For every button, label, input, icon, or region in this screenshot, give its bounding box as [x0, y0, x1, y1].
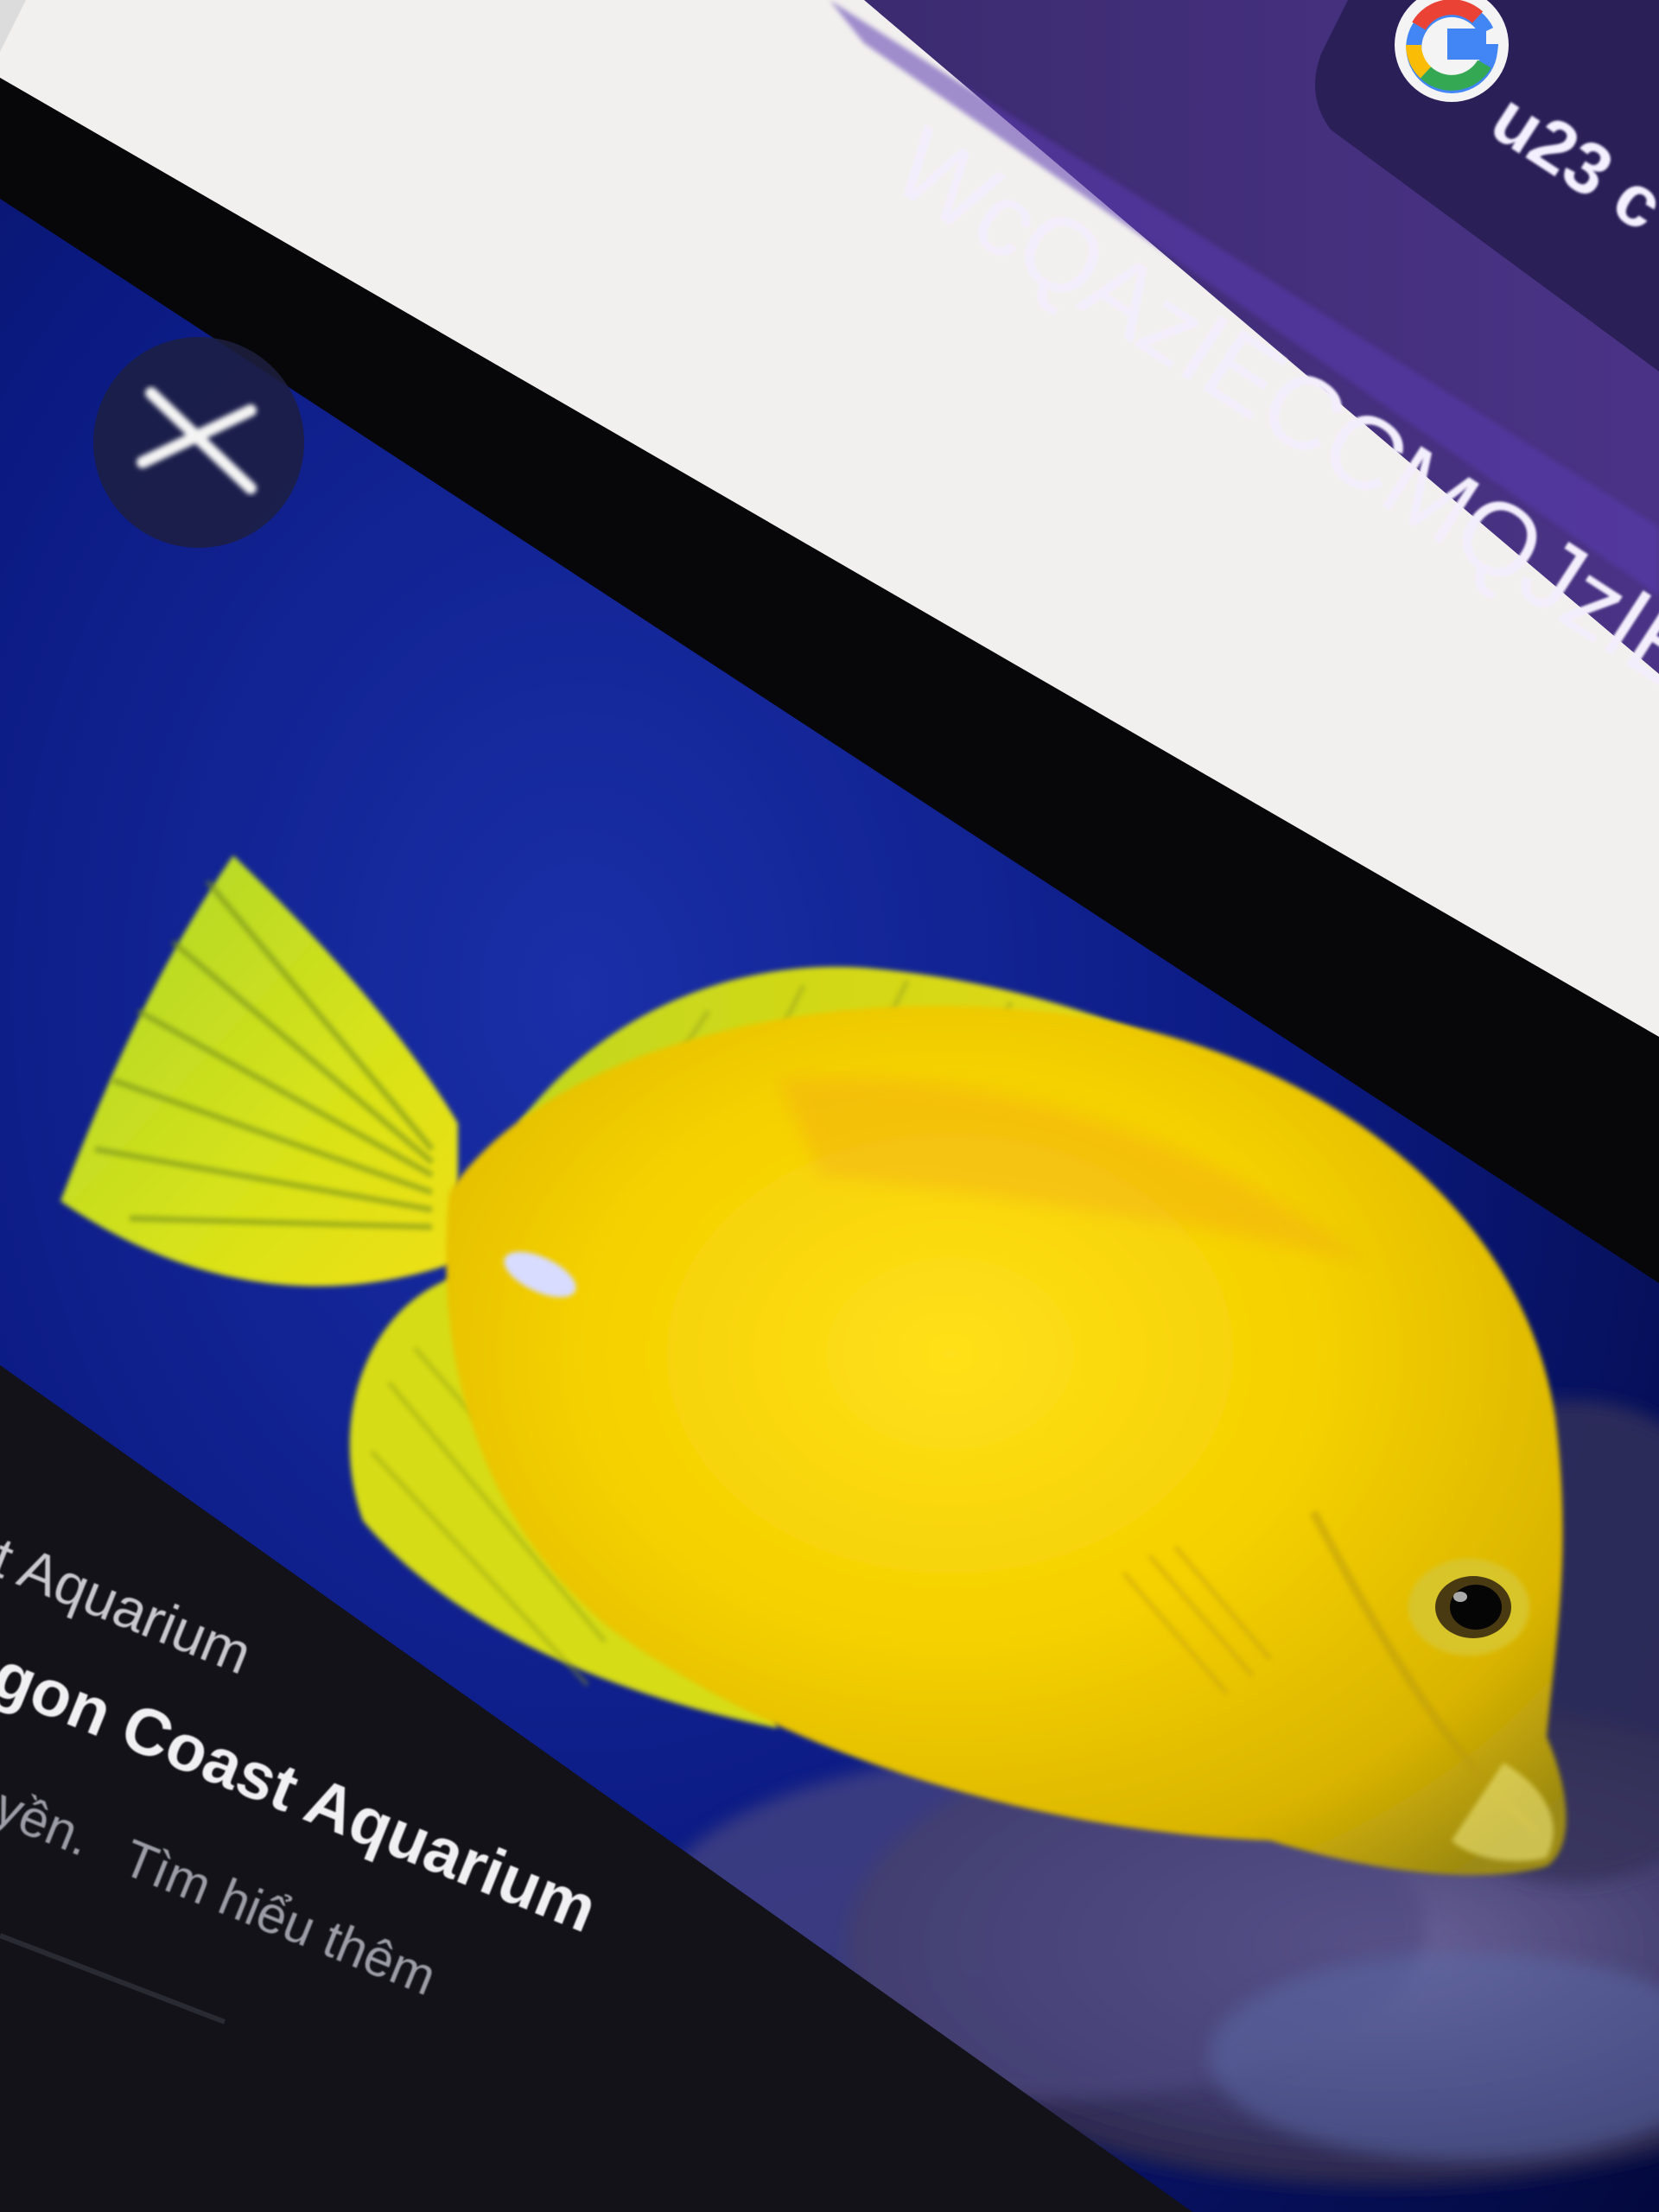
photo-of-screen: WcQAzIECCMQJzIECAA u23 c t Aquarium rego… — [0, 0, 1659, 2212]
close-icon[interactable] — [93, 337, 304, 548]
screen-scene — [0, 0, 1659, 2212]
fish-eye — [1408, 1559, 1529, 1656]
